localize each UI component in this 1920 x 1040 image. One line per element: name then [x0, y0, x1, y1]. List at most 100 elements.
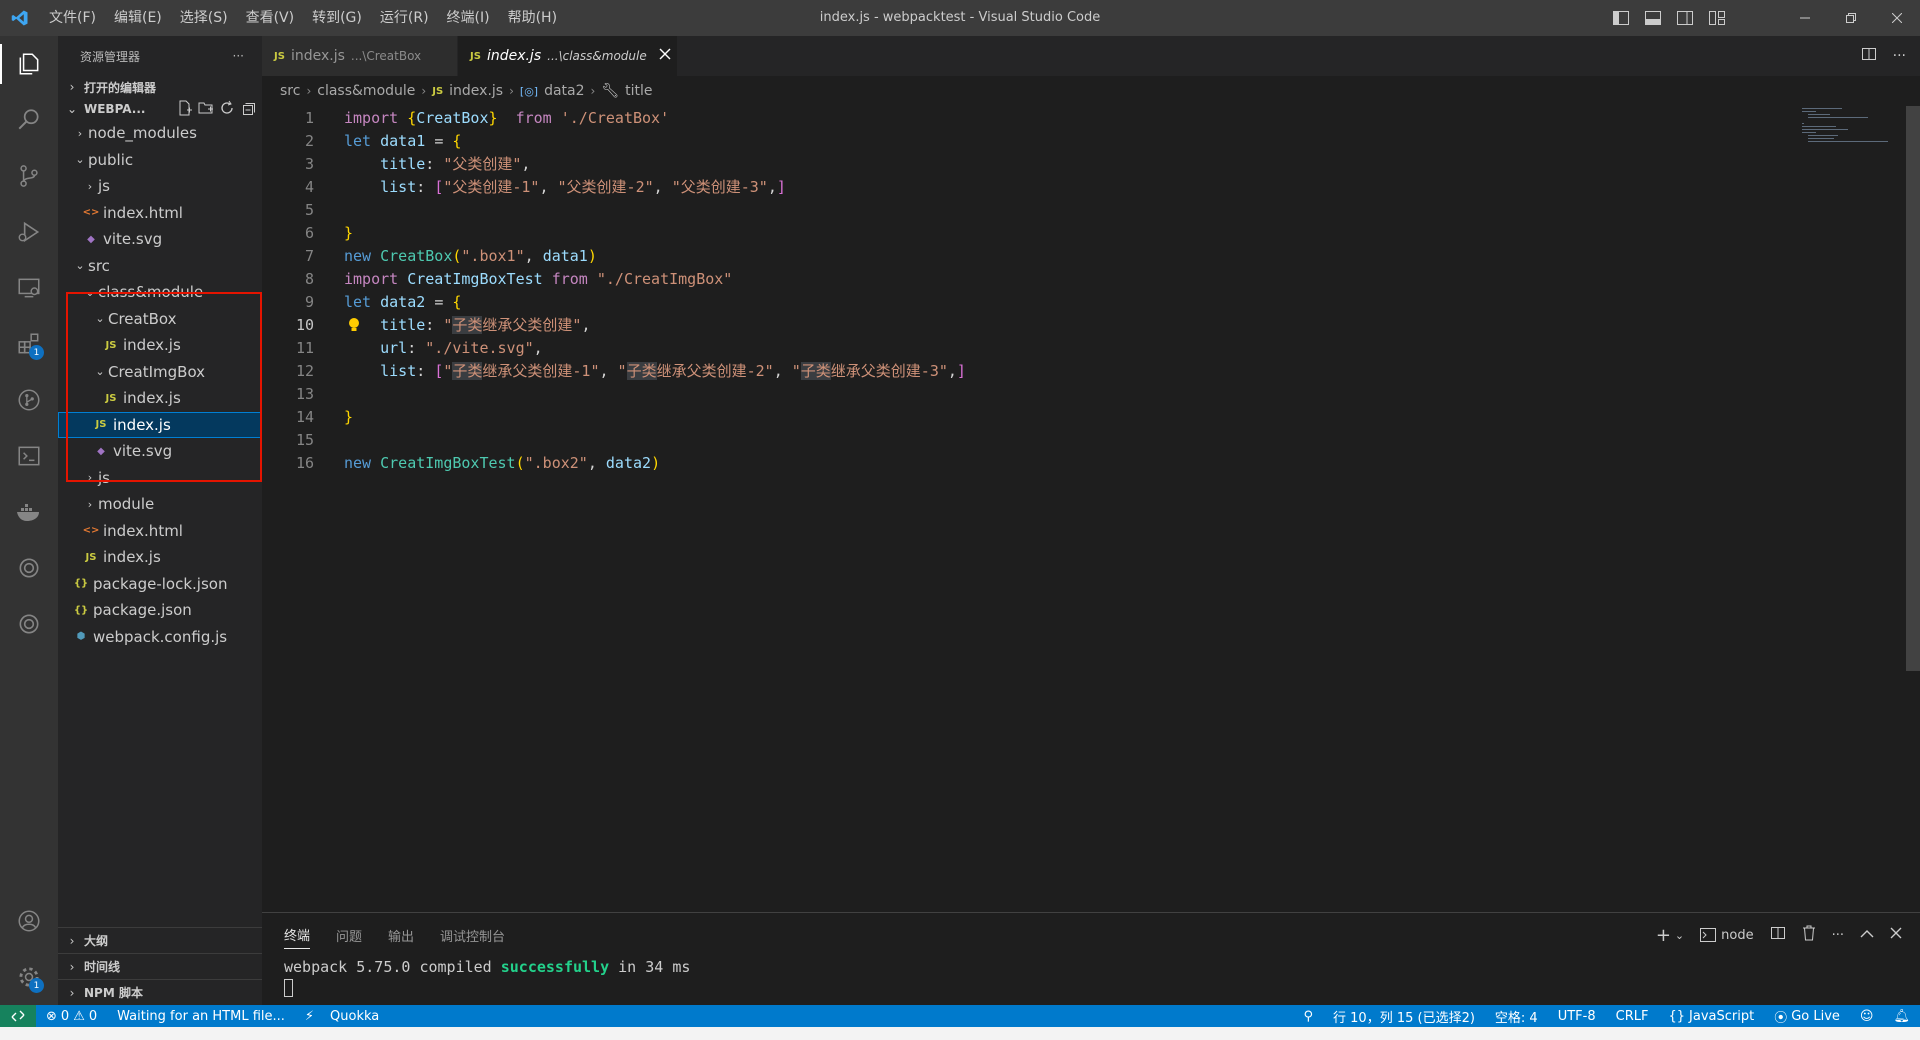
- quokka-status[interactable]: ⚡︎ Quokka: [295, 1009, 389, 1024]
- tab-output[interactable]: 输出: [388, 926, 414, 945]
- editor-scrollbar[interactable]: [1906, 106, 1920, 912]
- new-terminal-icon[interactable]: +: [1656, 925, 1671, 946]
- trash-icon[interactable]: [1802, 925, 1816, 945]
- docker-icon[interactable]: [0, 484, 58, 540]
- tab-problems[interactable]: 问题: [336, 926, 362, 945]
- status-message[interactable]: Waiting for an HTML file...: [107, 1009, 295, 1024]
- tree-file-package-json[interactable]: {} package.json: [58, 597, 262, 624]
- notifications-bell-icon[interactable]: 🔔︎: [1883, 1009, 1920, 1024]
- toggle-panel-icon[interactable]: [1640, 5, 1666, 31]
- chatgpt-secondary-icon[interactable]: [0, 596, 58, 652]
- collapse-all-icon[interactable]: [240, 100, 256, 119]
- tree-label: CreatBox: [108, 309, 177, 328]
- toggle-secondary-sidebar-icon[interactable]: [1672, 5, 1698, 31]
- tree-file-package-lock-json[interactable]: {} package-lock.json: [58, 571, 262, 598]
- close-panel-icon[interactable]: [1890, 927, 1902, 943]
- menu-file[interactable]: 文件(F): [40, 0, 105, 36]
- customize-layout-icon[interactable]: [1704, 5, 1730, 31]
- new-folder-icon[interactable]: [198, 100, 214, 119]
- npm-scripts-section[interactable]: › NPM 脚本: [58, 979, 262, 1005]
- close-tab-icon[interactable]: [659, 48, 671, 64]
- tree-folder-src[interactable]: ⌄ src: [58, 253, 262, 280]
- tree-file-index-html[interactable]: <> index.html: [58, 200, 262, 227]
- lightbulb-icon[interactable]: [346, 313, 362, 336]
- menu-edit[interactable]: 编辑(E): [105, 0, 171, 36]
- source-control-icon[interactable]: [0, 148, 58, 204]
- tree-folder-public[interactable]: ⌄ public: [58, 147, 262, 174]
- close-window-icon[interactable]: [1874, 0, 1920, 36]
- terminal-output[interactable]: webpack 5.75.0 compiled successfully in …: [262, 957, 1920, 997]
- run-debug-icon[interactable]: [0, 204, 58, 260]
- more-actions-icon[interactable]: ···: [1893, 48, 1906, 64]
- more-actions-icon[interactable]: ···: [1832, 928, 1844, 943]
- menu-view[interactable]: 查看(V): [237, 0, 304, 36]
- minimize-icon[interactable]: [1782, 0, 1828, 36]
- tab-terminal[interactable]: 终端: [284, 921, 311, 949]
- remote-explorer-icon[interactable]: [0, 260, 58, 316]
- explorer-icon[interactable]: [0, 36, 58, 92]
- code-editor[interactable]: 1 import {CreatBox} from './CreatBox' 2 …: [262, 106, 1920, 912]
- menu-selection[interactable]: 选择(S): [171, 0, 237, 36]
- tree-folder-src-js[interactable]: › js: [58, 465, 262, 492]
- menu-run[interactable]: 运行(R): [371, 0, 438, 36]
- indentation[interactable]: 空格: 4: [1485, 1007, 1548, 1026]
- scrollbar-thumb[interactable]: [1906, 106, 1920, 671]
- cursor-position[interactable]: 行 10，列 15 (已选择2): [1323, 1007, 1485, 1026]
- more-actions-icon[interactable]: ···: [233, 49, 244, 63]
- timeline-section[interactable]: › 时间线: [58, 953, 262, 979]
- chatgpt-icon[interactable]: [0, 540, 58, 596]
- language-mode[interactable]: {} JavaScript: [1658, 1009, 1764, 1024]
- tree-file-class-module-vite-svg[interactable]: ◆ vite.svg: [58, 438, 262, 465]
- outline-section[interactable]: › 大纲: [58, 927, 262, 953]
- breadcrumb-item[interactable]: title: [625, 83, 652, 99]
- feedback-icon[interactable]: ☺: [1850, 1009, 1884, 1024]
- tree-file-src-index-html[interactable]: <> index.html: [58, 518, 262, 545]
- terminal-view-icon[interactable]: [0, 428, 58, 484]
- tab-creatbox-index-js[interactable]: JS index.js ...\CreatBox: [262, 36, 458, 76]
- menu-terminal[interactable]: 终端(I): [438, 0, 499, 36]
- split-terminal-icon[interactable]: [1770, 925, 1786, 945]
- project-section[interactable]: ⌄ WEBPA...: [58, 98, 262, 120]
- menu-go[interactable]: 转到(G): [303, 0, 371, 36]
- encoding[interactable]: UTF-8: [1548, 1009, 1606, 1024]
- new-file-icon[interactable]: [177, 100, 193, 119]
- tree-file-creatbox-index-js[interactable]: JS index.js: [58, 332, 262, 359]
- tree-folder-creatbox[interactable]: ⌄ CreatBox: [58, 306, 262, 333]
- tree-file-webpack-config-js[interactable]: ⬢ webpack.config.js: [58, 624, 262, 651]
- tree-file-class-module-index-js[interactable]: JS index.js: [58, 411, 262, 438]
- tree-folder-module[interactable]: › module: [58, 491, 262, 518]
- breadcrumb-item[interactable]: index.js: [449, 83, 503, 99]
- restore-icon[interactable]: [1828, 0, 1874, 36]
- accounts-icon[interactable]: [0, 893, 58, 949]
- open-editors-section[interactable]: › 打开的编辑器: [58, 76, 262, 98]
- extensions-icon[interactable]: 1: [0, 316, 58, 372]
- toggle-primary-sidebar-icon[interactable]: [1608, 5, 1634, 31]
- breadcrumb-item[interactable]: class&module: [317, 83, 415, 99]
- problems-status[interactable]: ⊗ 0 ⚠ 0: [36, 1009, 107, 1024]
- tree-folder-creatimgbox[interactable]: ⌄ CreatImgBox: [58, 359, 262, 386]
- manage-gear-icon[interactable]: 1: [0, 949, 58, 1005]
- tree-file-creatimgbox-index-js[interactable]: JS index.js: [58, 385, 262, 412]
- tree-folder-js[interactable]: › js: [58, 173, 262, 200]
- tree-folder-node-modules[interactable]: › node_modules: [58, 120, 262, 147]
- minimap[interactable]: [1802, 106, 1898, 166]
- search-icon[interactable]: [0, 92, 58, 148]
- git-graph-icon[interactable]: [0, 372, 58, 428]
- terminal-selector[interactable]: node: [1700, 928, 1754, 943]
- chevron-down-icon[interactable]: ⌄: [1675, 929, 1684, 942]
- tree-file-vite-svg[interactable]: ◆ vite.svg: [58, 226, 262, 253]
- end-of-line[interactable]: CRLF: [1606, 1009, 1659, 1024]
- menu-help[interactable]: 帮助(H): [499, 0, 566, 36]
- go-live[interactable]: ⦿ Go Live: [1764, 1007, 1850, 1026]
- split-editor-icon[interactable]: [1861, 46, 1877, 66]
- tree-file-src-index-js[interactable]: JS index.js: [58, 544, 262, 571]
- refresh-icon[interactable]: [219, 100, 235, 119]
- git-commit-icon[interactable]: ⚲: [1293, 1009, 1323, 1024]
- maximize-panel-icon[interactable]: [1860, 928, 1874, 943]
- remote-indicator-icon[interactable]: [0, 1005, 36, 1027]
- breadcrumb-item[interactable]: data2: [544, 83, 584, 99]
- breadcrumb-item[interactable]: src: [280, 83, 300, 99]
- tab-debug-console[interactable]: 调试控制台: [440, 926, 505, 945]
- tab-class-module-index-js[interactable]: JS index.js ...\class&module: [458, 36, 678, 76]
- tree-folder-class-module[interactable]: ⌄ class&module: [58, 279, 262, 306]
